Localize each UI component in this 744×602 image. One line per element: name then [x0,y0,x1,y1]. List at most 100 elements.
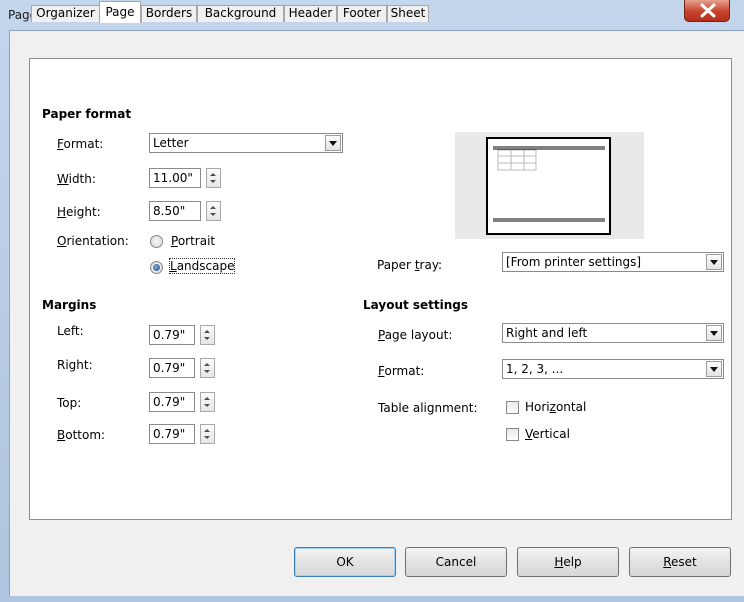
tab-organizer[interactable]: Organizer [31,5,100,22]
left-margin-label: Left: [57,324,84,338]
mnemonic: H [57,205,67,219]
tab-label: Borders [145,6,193,20]
portrait-label[interactable]: Portrait [171,234,215,248]
label-text: ormat: [63,137,104,151]
left-margin-spin-arrows-icon[interactable] [200,325,215,345]
button-label: Cancel [435,555,477,569]
landscape-label[interactable]: Landscape [168,258,236,274]
portrait-radio[interactable] [150,235,163,248]
vertical-checkbox[interactable] [506,428,519,441]
format-label: Format: [57,137,103,151]
chevron-down-icon[interactable] [706,325,722,341]
numbering-format-select[interactable]: 1, 2, 3, ... [502,359,724,379]
select-value: Letter [153,136,189,150]
paper-tray-select[interactable]: [From printer settings] [502,252,724,272]
tab-label: Header [288,6,333,20]
select-value: 1, 2, 3, ... [506,362,564,376]
width-spin-arrows-icon[interactable] [206,168,221,188]
right-margin-input[interactable]: 0.79" [149,358,195,378]
tab-label: Organizer [36,6,95,20]
page-layout-select[interactable]: Right and left [502,323,724,343]
top-margin-label: Top: [57,396,82,410]
paper-tray-label: Paper tray: [377,258,442,272]
label-text: ottom: [65,428,106,442]
label-text: ertical [532,427,570,441]
input-value: 11.00" [153,171,193,185]
mnemonic: B [57,428,66,442]
label-text: idth: [68,172,96,186]
label-text: Paper [377,258,415,272]
label-text: Hori [525,400,550,414]
layout-settings-heading: Layout settings [363,298,469,312]
label-text: age layout: [384,328,453,342]
layout-format-label: Format: [378,364,424,378]
page-tab-panel [29,58,732,520]
right-margin-spin-arrows-icon[interactable] [200,358,215,378]
left-margin-input[interactable]: 0.79" [149,325,195,345]
tab-sheet[interactable]: Sheet [387,5,429,22]
label-text: rientation: [66,234,129,248]
width-label: Width: [57,172,96,186]
chevron-down-icon[interactable] [706,361,722,377]
tab-label: Background [204,6,277,20]
orientation-label: Orientation: [57,234,129,248]
label-text: ortrait [177,234,216,248]
mnemonic: R [663,555,672,569]
right-margin-label: Right: [57,358,93,372]
width-input[interactable]: 11.00" [149,168,201,188]
button-label: eset [671,555,697,569]
cancel-button[interactable]: Cancel [405,547,507,577]
label-text: ray: [419,258,443,272]
horizontal-label[interactable]: Horizontal [525,400,586,414]
tab-header[interactable]: Header [284,5,337,22]
close-x-icon [700,3,716,18]
mnemonic: H [554,555,564,569]
tab-label: Footer [342,6,382,20]
tab-page[interactable]: Page [99,1,141,23]
dialog-window: Page Style: Default Organizer Page Borde… [0,0,744,602]
select-value: Right and left [506,326,588,340]
tab-borders[interactable]: Borders [141,5,197,22]
table-alignment-label: Table alignment: [378,401,478,415]
height-input[interactable]: 8.50" [149,201,201,221]
input-value: 8.50" [153,204,186,218]
bottom-margin-input[interactable]: 0.79" [149,424,195,444]
top-margin-input[interactable]: 0.79" [149,392,195,412]
label-text: eight: [66,205,101,219]
input-value: 0.79" [153,427,186,441]
paper-format-heading: Paper format [42,107,132,121]
margins-heading: Margins [42,298,97,312]
paper-format-select[interactable]: Letter [149,133,343,153]
bottom-margin-spin-arrows-icon[interactable] [200,424,215,444]
tab-background[interactable]: Background [197,5,284,22]
horizontal-checkbox[interactable] [506,401,519,414]
height-label: Height: [57,205,101,219]
page-layout-label: Page layout: [378,328,452,342]
tab-label: Page [105,5,135,19]
input-value: 0.79" [153,361,186,375]
mnemonic: L [170,259,177,273]
input-value: 0.79" [153,395,186,409]
mnemonic: W [57,172,69,186]
height-spin-arrows-icon[interactable] [206,201,221,221]
reset-button[interactable]: Reset [629,547,731,577]
mnemonic: P [171,234,178,248]
input-value: 0.79" [153,328,186,342]
top-margin-spin-arrows-icon[interactable] [200,392,215,412]
chevron-down-icon[interactable] [706,254,722,270]
tab-label: Sheet [390,6,426,20]
button-label: elp [563,555,582,569]
close-button[interactable] [684,0,730,22]
bottom-margin-label: Bottom: [57,428,105,442]
help-button[interactable]: Help [517,547,619,577]
ok-button[interactable]: OK [294,547,396,577]
preview-page [486,137,611,235]
chevron-down-icon[interactable] [325,135,341,151]
label-text: ormat: [384,364,425,378]
landscape-radio[interactable] [150,261,163,274]
select-value: [From printer settings] [506,255,642,269]
tab-footer[interactable]: Footer [337,5,387,22]
button-label: OK [336,555,354,569]
vertical-label[interactable]: Vertical [525,427,570,441]
preview-page-drawing [493,146,605,222]
